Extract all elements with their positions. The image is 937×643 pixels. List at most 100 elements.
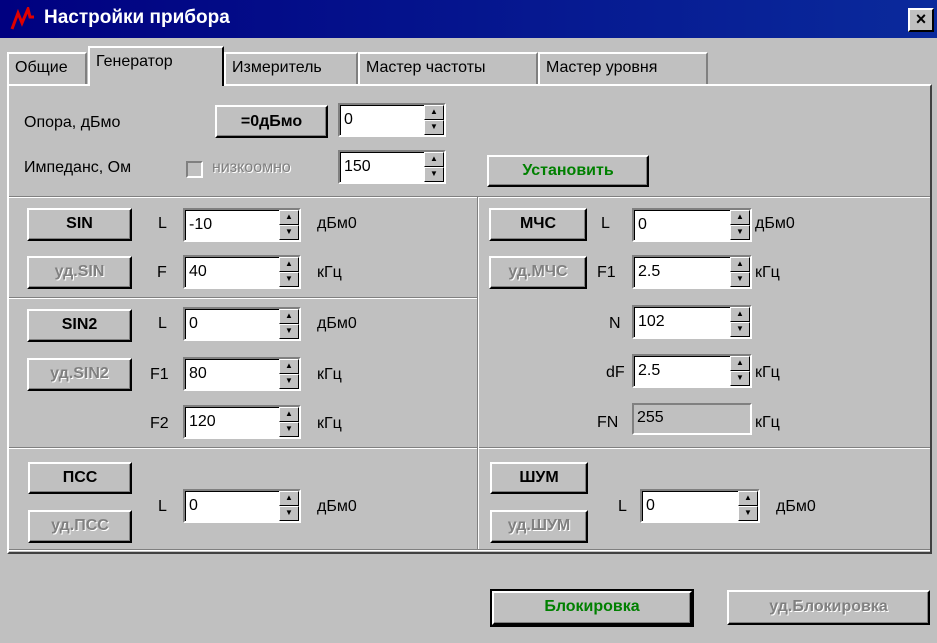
lock-button[interactable]: Блокировка [490,589,694,627]
mcs-n-spinner: 102 ▲ ▼ [632,305,752,339]
mcs-button[interactable]: МЧС [489,208,587,241]
zero-dbm-button[interactable]: =0дБмо [215,105,328,138]
tab-generator[interactable]: Генератор [88,46,224,86]
spin-up-icon[interactable]: ▲ [279,309,299,324]
window-title: Настройки прибора [44,7,230,28]
pss-level-spinner: 0 ▲ ▼ [183,489,301,523]
sin2-f2-spinner: 120 ▲ ▼ [183,405,301,439]
sin-f-unit: кГц [317,264,342,281]
spin-up-icon[interactable]: ▲ [730,307,750,322]
sin2-f2-unit: кГц [317,415,342,432]
spin-up-icon[interactable]: ▲ [424,152,444,167]
mcs-df-spinner: 2.5 ▲ ▼ [632,354,752,388]
remove-noise-button: уд.ШУМ [490,510,588,543]
low-impedance-label: низкоомно [212,159,291,176]
spin-up-icon[interactable]: ▲ [279,210,299,225]
tab-frequency-master[interactable]: Мастер частоты [358,52,538,84]
spin-down-icon[interactable]: ▼ [730,322,750,337]
sin2-f1-unit: кГц [317,366,342,383]
sin2-level-spinner: 0 ▲ ▼ [183,307,301,341]
spin-down-icon[interactable]: ▼ [279,272,299,287]
mcs-df-input[interactable]: 2.5 [634,356,730,386]
divider-bottom [9,447,930,449]
pss-button[interactable]: ПСС [28,462,132,494]
low-impedance-checkbox[interactable] [186,161,203,178]
sin-f-label: F [157,264,167,281]
spin-down-icon[interactable]: ▼ [279,225,299,240]
mcs-level-spinner: 0 ▲ ▼ [632,208,752,242]
mcs-level-input[interactable]: 0 [634,210,730,240]
spin-down-icon[interactable]: ▼ [279,374,299,389]
mcs-f1-label: F1 [597,264,616,281]
mcs-f1-unit: кГц [755,264,780,281]
sin2-button[interactable]: SIN2 [27,309,132,342]
divider-sin [9,297,477,299]
reference-input[interactable]: 0 [340,105,424,135]
mcs-df-unit: кГц [755,364,780,381]
spin-up-icon[interactable]: ▲ [738,491,758,506]
sin2-f1-label: F1 [150,366,169,383]
generator-panel [7,84,932,554]
tab-meter[interactable]: Измеритель [224,52,358,84]
spin-up-icon[interactable]: ▲ [730,210,750,225]
spin-down-icon[interactable]: ▼ [730,272,750,287]
remove-pss-button: уд.ПСС [28,510,132,543]
spin-up-icon[interactable]: ▲ [279,491,299,506]
sin-freq-spinner: 40 ▲ ▼ [183,255,301,289]
spin-down-icon[interactable]: ▼ [424,167,444,182]
spin-down-icon[interactable]: ▼ [730,371,750,386]
mcs-n-input[interactable]: 102 [634,307,730,337]
spin-up-icon[interactable]: ▲ [279,407,299,422]
mcs-fn-value: 255 [632,403,752,435]
sin2-f2-input[interactable]: 120 [185,407,279,437]
spin-down-icon[interactable]: ▼ [424,120,444,135]
spin-down-icon[interactable]: ▼ [279,506,299,521]
noise-l-label: L [618,498,627,515]
sin-level-input[interactable]: -10 [185,210,279,240]
pss-level-input[interactable]: 0 [185,491,279,521]
mcs-f1-input[interactable]: 2.5 [634,257,730,287]
noise-l-unit: дБм0 [776,498,816,515]
pss-l-label: L [158,498,167,515]
spin-up-icon[interactable]: ▲ [730,257,750,272]
divider-vertical [477,197,479,549]
spin-up-icon[interactable]: ▲ [279,257,299,272]
spin-down-icon[interactable]: ▼ [738,506,758,521]
sin2-l-unit: дБм0 [317,315,357,332]
mcs-n-label: N [609,315,621,332]
noise-button[interactable]: ШУМ [490,462,588,494]
unlock-button: уд.Блокировка [727,590,930,625]
sin2-level-input[interactable]: 0 [185,309,279,339]
reference-label: Опора, дБмо [24,114,121,131]
sin-freq-input[interactable]: 40 [185,257,279,287]
noise-level-spinner: 0 ▲ ▼ [640,489,760,523]
spin-down-icon[interactable]: ▼ [730,225,750,240]
sin-l-label: L [158,215,167,232]
apply-button[interactable]: Установить [487,155,649,187]
sin-level-spinner: -10 ▲ ▼ [183,208,301,242]
mcs-fn-unit: кГц [755,414,780,431]
sin2-f1-spinner: 80 ▲ ▼ [183,357,301,391]
spin-up-icon[interactable]: ▲ [424,105,444,120]
divider-lower [9,549,930,551]
spin-down-icon[interactable]: ▼ [279,422,299,437]
remove-mcs-button: уд.МЧС [489,256,587,289]
spin-down-icon[interactable]: ▼ [279,324,299,339]
noise-level-input[interactable]: 0 [642,491,738,521]
impedance-input[interactable]: 150 [340,152,424,182]
close-button[interactable]: × [908,8,934,32]
spin-up-icon[interactable]: ▲ [730,356,750,371]
mcs-f1-spinner: 2.5 ▲ ▼ [632,255,752,289]
divider-top [9,196,930,198]
mcs-fn-label: FN [597,414,619,431]
sin-button[interactable]: SIN [27,208,132,241]
mcs-df-label: dF [606,364,625,381]
tab-general[interactable]: Общие [7,52,87,84]
impedance-label: Импеданс, Ом [24,159,132,176]
sin2-f1-input[interactable]: 80 [185,359,279,389]
sin-l-unit: дБм0 [317,215,357,232]
impedance-spinner: 150 ▲ ▼ [338,150,446,184]
tab-level-master[interactable]: Мастер уровня [538,52,708,84]
remove-sin2-button: уд.SIN2 [27,358,132,391]
spin-up-icon[interactable]: ▲ [279,359,299,374]
